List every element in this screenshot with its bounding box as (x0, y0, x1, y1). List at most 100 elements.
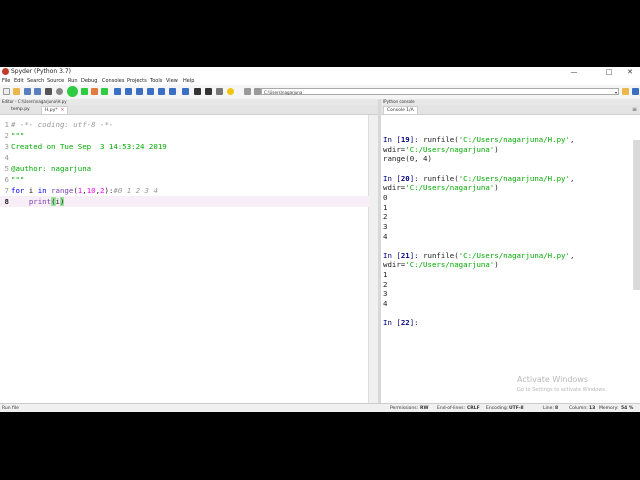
code-line[interactable]: 4 (0, 152, 370, 163)
code-line[interactable]: 1 # -*- coding: utf-8 -*- (0, 119, 370, 130)
code-token: @author: nagarjuna (11, 164, 92, 173)
python-path-icon[interactable] (227, 88, 234, 95)
continue-icon[interactable] (158, 88, 165, 95)
console-token: 21 (400, 250, 410, 260)
console-token: ]: (409, 173, 424, 183)
tab-h-py[interactable]: H.py* ✕ (41, 106, 69, 114)
menu-consoles[interactable]: Consoles (102, 77, 124, 85)
tab-temp-py[interactable]: temp.py (8, 106, 33, 114)
menu-debug[interactable]: Debug (81, 77, 97, 85)
code-line[interactable]: 3 Created on Tue Sep 3 14:53:24 2019 (0, 141, 370, 152)
console-token: range(0, 4) (383, 154, 432, 164)
menu-tools[interactable]: Tools (150, 77, 162, 85)
preferences-icon[interactable] (56, 88, 63, 95)
working-directory-value: C:\Users\nagarjuna (264, 90, 303, 95)
menu-view[interactable]: View (166, 77, 178, 85)
ipython-console[interactable]: In [19]: runfile('C:/Users/nagarjuna/H.p… (381, 115, 640, 406)
code-token: 10 (86, 186, 96, 195)
console-vertical-scrollbar[interactable] (633, 140, 640, 290)
step-into-icon[interactable] (136, 88, 143, 95)
debug-icon[interactable] (114, 88, 121, 95)
code-token: # -*- coding: utf-8 -*- (11, 120, 114, 129)
console-line: wdir='C:/Users/nagarjuna') (383, 260, 499, 270)
code-line[interactable]: 5 @author: nagarjuna (0, 163, 370, 174)
console-tab-bar: Console 1/A ≡ (381, 105, 640, 115)
activate-windows-watermark: Activate Windows (517, 375, 589, 384)
status-bar: Run file Permissions: RW End-of-lines: C… (0, 403, 640, 412)
close-button[interactable]: ✕ (620, 67, 640, 77)
status-message: Run file (2, 406, 19, 411)
console-line: 2 (383, 280, 387, 290)
code-text: print(i) (11, 196, 65, 207)
wrench-icon[interactable] (216, 88, 223, 95)
code-line[interactable]: 2 """ (0, 130, 370, 141)
encoding-value: UTF-8 (509, 406, 524, 411)
line-value: 8 (555, 406, 559, 411)
menu-help[interactable]: Help (183, 77, 194, 85)
code-token: """ (11, 131, 25, 140)
code-line[interactable]: 8 print(i) (0, 196, 370, 207)
close-tab-icon[interactable]: ✕ (61, 108, 65, 113)
console-token: ]: (409, 250, 424, 260)
maximize-button[interactable]: □ (599, 67, 619, 77)
console-token: 4 (383, 231, 388, 241)
menu-edit[interactable]: Edit (14, 77, 24, 85)
forward-arrow-icon[interactable] (254, 88, 261, 95)
save-icon[interactable] (24, 88, 31, 95)
code-editor[interactable]: 1 # -*- coding: utf-8 -*- 2 """ 3 Created on … (0, 115, 375, 406)
code-token: Created on Tue Sep 3 14:53:24 2019 (11, 142, 167, 151)
column-value: 13 (589, 406, 596, 411)
browse-folder-icon[interactable] (622, 88, 629, 95)
step-return-icon[interactable] (147, 88, 154, 95)
stop-debug-icon[interactable] (169, 88, 176, 95)
step-icon[interactable] (125, 88, 132, 95)
console-line: In [19]: runfile('C:/Users/nagarjuna/H.p… (383, 135, 574, 145)
code-token: range (51, 186, 74, 195)
menu-search[interactable]: Search (27, 77, 44, 85)
console-line: 1 (383, 203, 387, 213)
layout-icon[interactable] (194, 88, 201, 95)
parent-directory-icon[interactable] (632, 88, 639, 95)
run-cell-icon[interactable] (81, 88, 88, 95)
run-selection-icon[interactable] (101, 88, 108, 95)
open-file-icon[interactable] (13, 88, 20, 95)
console-token: In [ (383, 250, 401, 260)
console-token: 'C:/Users/nagarjuna' (405, 260, 495, 270)
minimize-button[interactable]: — (564, 67, 584, 77)
tools-icon[interactable] (205, 88, 212, 95)
browse-tabs-icon[interactable] (45, 88, 52, 95)
menu-projects[interactable]: Projects (127, 77, 147, 85)
console-line: range(0, 4) (383, 154, 432, 164)
run-file-icon[interactable] (67, 86, 78, 97)
chevron-down-icon[interactable]: ▾ (615, 89, 617, 96)
code-token: in (37, 186, 47, 195)
console-token: In [ (383, 173, 401, 183)
run-cell-advance-icon[interactable] (91, 88, 98, 95)
menu-source[interactable]: Source (47, 77, 64, 85)
maximize-pane-icon[interactable] (182, 88, 189, 95)
console-token: , (569, 250, 575, 260)
console-token: ) (494, 183, 499, 193)
console-token: 20 (400, 173, 410, 183)
back-arrow-icon[interactable] (244, 88, 251, 95)
console-token: 'C:/Users/nagarjuna' (405, 144, 495, 154)
line-number: 8 (4, 197, 9, 206)
menu-file[interactable]: File (2, 77, 10, 85)
console-token: 3 (383, 221, 388, 231)
code-line[interactable]: 7 for i in range(1,10,2):#0 1 2 3 4 (0, 185, 370, 196)
tab-label: temp.py (11, 107, 30, 112)
activate-windows-subtext: Go to Settings to activate Windows. (517, 387, 607, 393)
console-line: In [21]: runfile('C:/Users/nagarjuna/H.p… (383, 251, 574, 261)
new-file-icon[interactable] (3, 88, 10, 95)
menu-run[interactable]: Run (68, 77, 78, 85)
save-all-icon[interactable] (34, 88, 41, 95)
working-directory-input[interactable]: C:\Users\nagarjuna ▾ (261, 88, 619, 95)
console-token: wdir= (383, 144, 406, 154)
tab-console-1a[interactable]: Console 1/A (383, 106, 418, 114)
code-line[interactable]: 6 """ (0, 174, 370, 185)
line-label: Line: (543, 406, 554, 411)
console-token: 'C:/Users/nagarjuna/H.py' (458, 250, 570, 260)
code-text: # -*- coding: utf-8 -*- (11, 119, 113, 130)
console-line: 0 (383, 193, 387, 203)
options-menu-icon[interactable]: ≡ (632, 106, 637, 113)
